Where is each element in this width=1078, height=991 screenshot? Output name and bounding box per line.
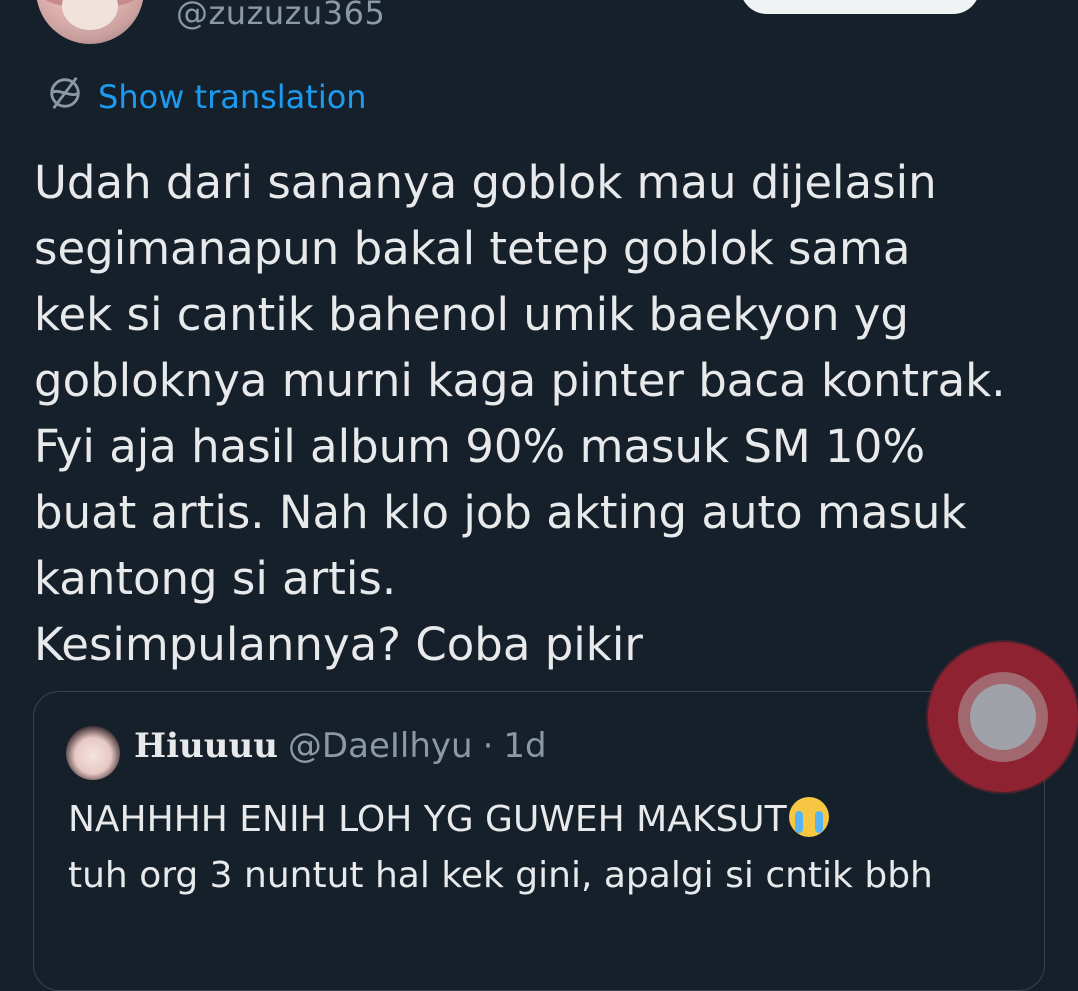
quoted-author-avatar[interactable] [66,726,120,780]
loudly-crying-face-icon [788,797,829,837]
quoted-author-handle[interactable]: @DaeIlhyu [288,726,473,766]
quoted-author-name[interactable]: Hiuuuu [134,726,278,766]
quoted-tweet-header: Hiuuuu @DaeIlhyu · 1d [134,726,547,766]
author-avatar[interactable] [36,0,144,44]
avatar-face [62,0,118,30]
touch-core [970,684,1036,750]
touch-indicator [928,642,1078,792]
show-translation-link[interactable]: Show translation [46,74,367,120]
show-translation-label: Show translation [98,78,367,116]
tweet-text: Udah dari sananya goblok mau dijelasin s… [34,156,1006,671]
quoted-tweet-time[interactable]: 1d [503,726,546,766]
quoted-line-2: tuh org 3 nuntut hal kek gini, apalgi si… [68,855,933,896]
globe-slash-icon [46,74,84,120]
separator-dot: · [482,726,494,766]
quoted-line-1: NAHHHH ENIH LOH YG GUWEH MAKSUT [68,799,787,840]
author-handle[interactable]: @zuzuzu365 [176,0,385,32]
follow-button[interactable] [740,0,980,14]
quoted-tweet-text: NAHHHH ENIH LOH YG GUWEH MAKSUT tuh org … [68,792,1028,904]
quoted-tweet[interactable]: Hiuuuu @DaeIlhyu · 1d NAHHHH ENIH LOH YG… [33,691,1045,991]
